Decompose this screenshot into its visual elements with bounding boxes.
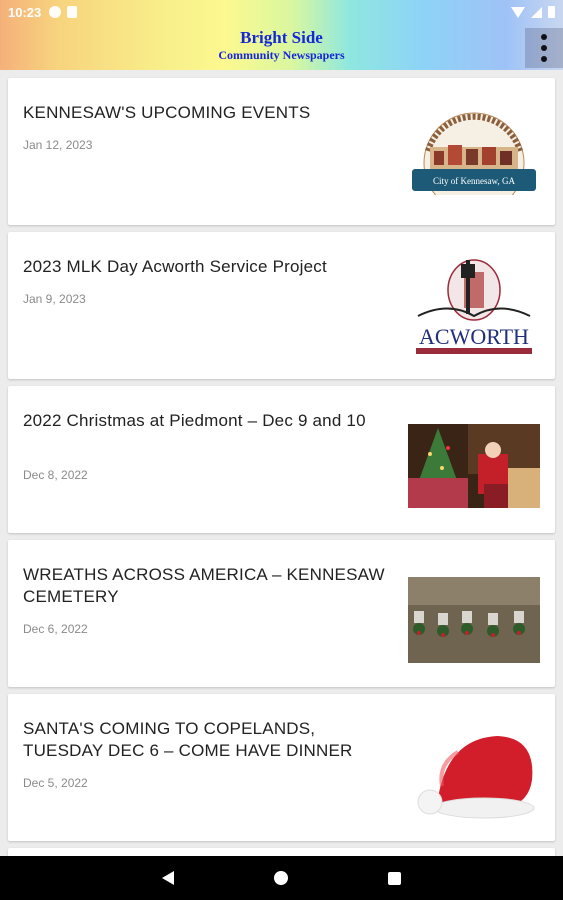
- article-card-partial[interactable]: [8, 848, 555, 856]
- article-thumbnail: City of Kennesaw, GA: [408, 111, 540, 195]
- notification-icon-2: [67, 6, 78, 18]
- signal-icon: [531, 6, 542, 18]
- article-card[interactable]: KENNESAW'S UPCOMING EVENTS Jan 12, 2023 …: [8, 78, 555, 225]
- thumb-caption: City of Kennesaw, GA: [433, 176, 515, 186]
- app-title: Bright Side: [240, 28, 323, 47]
- article-card[interactable]: 2022 Christmas at Piedmont – Dec 9 and 1…: [8, 386, 555, 533]
- article-card[interactable]: WREATHS ACROSS AMERICA – KENNESAW CEMETE…: [8, 540, 555, 687]
- app-header: 10:23 Bright Side Community Newspapers: [0, 0, 563, 70]
- article-date: Dec 6, 2022: [23, 622, 88, 636]
- article-title: SANTA'S COMING TO COPELANDS, TUESDAY DEC…: [23, 719, 353, 760]
- back-icon[interactable]: [162, 871, 174, 885]
- article-date: Jan 12, 2023: [23, 138, 93, 152]
- article-date: Dec 8, 2022: [23, 468, 88, 482]
- status-bar: 10:23: [0, 0, 563, 24]
- system-nav-bar: [0, 856, 563, 900]
- article-card[interactable]: SANTA'S COMING TO COPELANDS, TUESDAY DEC…: [8, 694, 555, 841]
- home-icon[interactable]: [274, 871, 288, 885]
- article-title: 2023 MLK Day Acworth Service Project: [23, 257, 327, 276]
- recents-icon[interactable]: [388, 871, 401, 885]
- article-title: WREATHS ACROSS AMERICA – KENNESAW CEMETE…: [23, 565, 385, 606]
- article-list[interactable]: KENNESAW'S UPCOMING EVENTS Jan 12, 2023 …: [0, 70, 563, 856]
- article-thumbnail: [408, 724, 540, 824]
- app-subtitle: Community Newspapers: [218, 48, 345, 62]
- thumb-caption: ACWORTH: [419, 324, 529, 349]
- notification-icon: [49, 6, 62, 18]
- article-thumbnail: [408, 424, 540, 508]
- article-title: 2022 Christmas at Piedmont – Dec 9 and 1…: [23, 411, 366, 430]
- wifi-icon: [511, 6, 525, 18]
- article-date: Dec 5, 2022: [23, 776, 88, 790]
- more-vert-icon[interactable]: [525, 28, 563, 68]
- status-time: 10:23: [8, 4, 42, 20]
- article-title: KENNESAW'S UPCOMING EVENTS: [23, 103, 311, 122]
- battery-icon: [548, 6, 555, 18]
- article-card[interactable]: 2023 MLK Day Acworth Service Project Jan…: [8, 232, 555, 379]
- article-thumbnail: [408, 577, 540, 663]
- article-thumbnail: ACWORTH: [408, 256, 540, 358]
- article-date: Jan 9, 2023: [23, 292, 86, 306]
